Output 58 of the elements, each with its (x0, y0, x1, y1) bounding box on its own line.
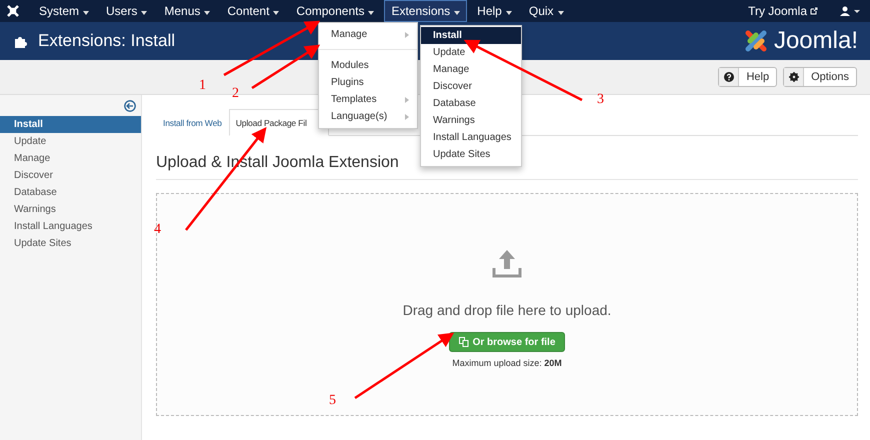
submenu-item[interactable]: Install (421, 27, 521, 44)
caret-icon (204, 11, 210, 15)
sidebar-item[interactable]: Update Sites (0, 235, 141, 252)
dropdown-item[interactable]: Modules (319, 57, 417, 74)
caret-icon (558, 11, 564, 15)
try-joomla-link[interactable]: Try Joomla (748, 4, 818, 18)
menu-item[interactable]: Menus (157, 0, 218, 22)
caret-icon (506, 11, 512, 15)
sidebar-item[interactable]: Database (0, 184, 141, 201)
dropdown-item[interactable]: Templates (319, 91, 417, 108)
drop-message: Drag and drop file here to upload. (402, 302, 612, 318)
caret-icon (368, 11, 374, 15)
submenu-item[interactable]: Warnings (421, 112, 521, 129)
menu-item[interactable]: Content (220, 0, 286, 22)
question-icon (724, 72, 734, 82)
joomla-logo-icon[interactable] (6, 4, 20, 18)
sidebar-item[interactable]: Update (0, 133, 141, 150)
collapse-sidebar-icon[interactable] (124, 100, 136, 112)
menu-item[interactable]: Components (289, 0, 382, 22)
dropdown-item[interactable]: Manage (319, 26, 417, 43)
page-title: Extensions: Install (38, 31, 176, 51)
caret-icon (454, 11, 460, 15)
upload-icon (492, 248, 522, 278)
joomla-wordmark: Joomla! (774, 27, 858, 55)
gear-icon (788, 72, 799, 82)
caret-icon (141, 11, 148, 15)
menu-item[interactable]: Help (470, 0, 519, 22)
annotation-number: 5 (329, 393, 336, 409)
submenu-item[interactable]: Update Sites (421, 146, 521, 163)
user-menu-icon[interactable] (840, 6, 860, 16)
submenu-item[interactable]: Database (421, 95, 521, 112)
options-button[interactable]: Options (783, 67, 857, 87)
menu-item[interactable]: System (32, 0, 96, 22)
annotation-number: 4 (154, 222, 161, 238)
sidebar-item[interactable]: Manage (0, 150, 141, 167)
puzzle-piece-icon (14, 34, 28, 48)
help-button[interactable]: Help (718, 67, 778, 87)
submenu-item[interactable]: Update (421, 44, 521, 61)
annotation-number: 2 (232, 86, 239, 102)
menu-item[interactable]: Users (99, 0, 154, 22)
submenu-item[interactable]: Manage (421, 61, 521, 78)
external-link-icon (810, 7, 818, 15)
submenu-item[interactable]: Discover (421, 78, 521, 95)
annotation-arrow (251, 44, 320, 90)
sidebar-item[interactable]: Discover (0, 167, 141, 184)
max-upload-size: Maximum upload size: 20M (452, 358, 562, 368)
menu-item[interactable]: Extensions (384, 0, 468, 22)
menu-item[interactable]: Quix (522, 0, 571, 22)
annotation-number: 1 (199, 78, 206, 94)
sidebar-item[interactable]: Install (0, 116, 141, 133)
annotation-number: 3 (597, 92, 604, 108)
submenu-item[interactable]: Install Languages (421, 129, 521, 146)
sidebar-item[interactable]: Warnings (0, 201, 141, 218)
caret-icon (273, 11, 280, 15)
caret-icon (83, 11, 90, 15)
copy-icon (458, 337, 469, 347)
sidebar-item[interactable]: Install Languages (0, 218, 141, 235)
dropdown-item[interactable]: Plugins (319, 74, 417, 91)
